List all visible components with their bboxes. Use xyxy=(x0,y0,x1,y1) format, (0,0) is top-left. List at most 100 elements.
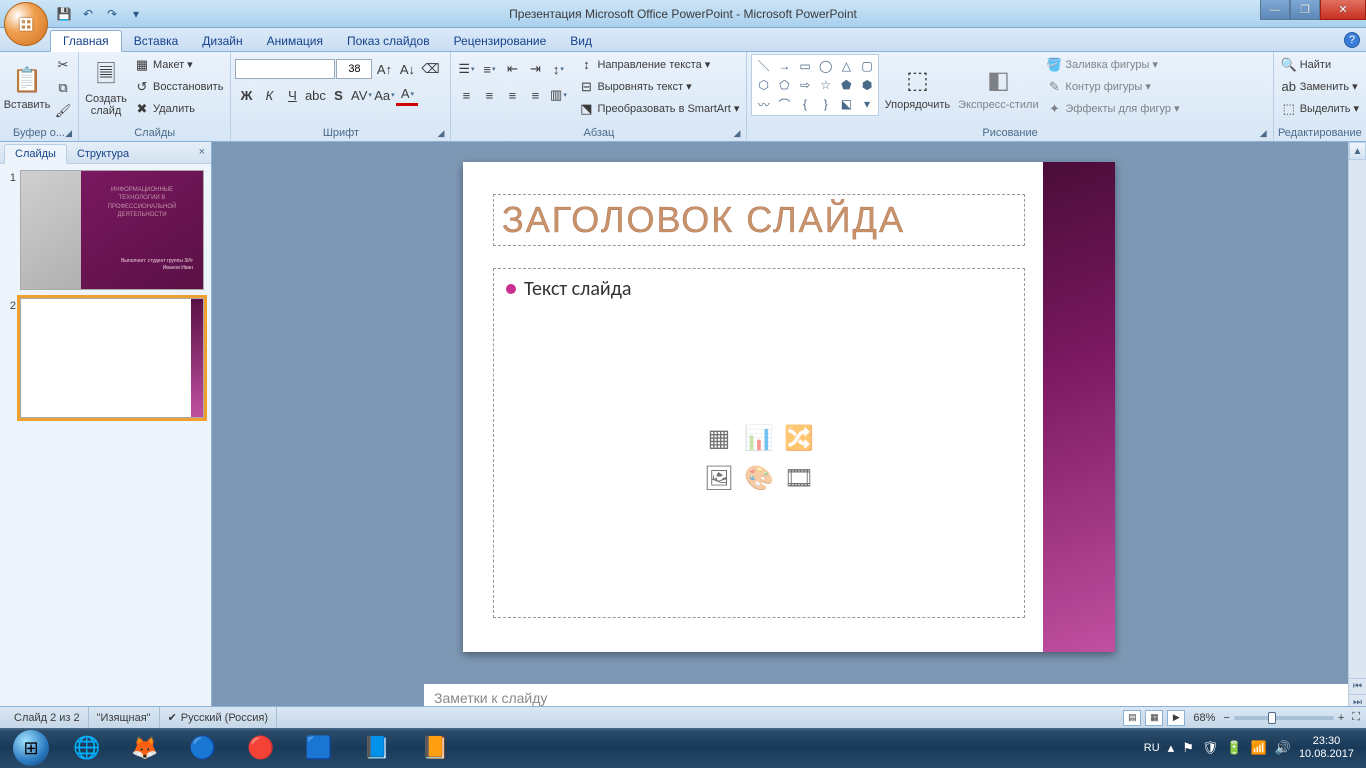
tab-slideshow[interactable]: Показ слайдов xyxy=(335,31,442,51)
increase-indent-button[interactable]: ⇥ xyxy=(524,58,546,80)
strike-button[interactable]: abc xyxy=(304,84,326,106)
clear-format-button[interactable]: ⌫ xyxy=(419,58,441,80)
shape-arrow-icon[interactable]: → xyxy=(775,57,794,74)
shape-effects-button[interactable]: ✦Эффекты для фигур ▾ xyxy=(1043,98,1182,119)
content-placeholder[interactable]: Текст слайда ▦ 📊 🔀 🖼 🎨 🎞 xyxy=(493,268,1025,618)
shape-tri-icon[interactable]: △ xyxy=(837,57,856,74)
shape-8-icon[interactable]: ⇨ xyxy=(796,76,815,93)
insert-media-icon[interactable]: 🎞 xyxy=(781,460,817,496)
fit-window-button[interactable]: ⛶ xyxy=(1352,711,1360,724)
new-slide-button[interactable]: 🗏 Создать слайд xyxy=(83,54,129,120)
taskbar-opera[interactable]: 🔴 xyxy=(232,728,290,768)
italic-button[interactable]: К xyxy=(258,84,280,106)
shape-10-icon[interactable]: ⬟ xyxy=(837,76,856,93)
slide[interactable]: Заголовок слайда Текст слайда ▦ 📊 🔀 🖼 🎨 … xyxy=(463,162,1115,652)
tray-lang[interactable]: RU xyxy=(1144,742,1160,754)
thumb-row-2[interactable]: 2 xyxy=(6,298,205,418)
tab-insert[interactable]: Вставка xyxy=(122,31,191,51)
columns-button[interactable]: ▥ xyxy=(547,84,569,106)
panel-tab-slides[interactable]: Слайды xyxy=(4,144,67,164)
shape-15-icon[interactable]: } xyxy=(816,96,835,113)
char-spacing-button[interactable]: AV xyxy=(350,84,372,106)
shape-14-icon[interactable]: { xyxy=(796,96,815,113)
minimize-button[interactable]: — xyxy=(1260,0,1290,20)
insert-clipart-icon[interactable]: 🎨 xyxy=(741,460,777,496)
save-icon[interactable]: 💾 xyxy=(54,4,74,24)
paste-button[interactable]: 📋 Вставить xyxy=(4,54,50,120)
numbering-button[interactable]: ≡ xyxy=(478,58,500,80)
shape-13-icon[interactable]: ⌒ xyxy=(775,96,794,113)
font-size-combo[interactable] xyxy=(336,59,372,79)
shape-oval-icon[interactable]: ◯ xyxy=(816,57,835,74)
bullets-button[interactable]: ☰ xyxy=(455,58,477,80)
insert-chart-icon[interactable]: 📊 xyxy=(741,420,777,456)
slide-thumbnail-1[interactable]: ИНФОРМАЦИОННЫЕ ТЕХНОЛОГИИ В ПРОФЕССИОНАЛ… xyxy=(20,170,204,290)
quick-styles-button[interactable]: ◧ Экспресс-стили xyxy=(955,54,1041,120)
shape-9-icon[interactable]: ☆ xyxy=(816,76,835,93)
reset-button[interactable]: ↺Восстановить xyxy=(131,76,226,97)
scroll-up-icon[interactable]: ▲ xyxy=(1349,142,1366,160)
replace-button[interactable]: abЗаменить ▾ xyxy=(1278,76,1362,97)
change-case-button[interactable]: Aa xyxy=(373,84,395,106)
shape-12-icon[interactable]: 〰 xyxy=(754,96,773,113)
tray-av-icon[interactable]: 🛡 xyxy=(1202,740,1219,756)
line-spacing-button[interactable]: ↕ xyxy=(547,58,569,80)
qat-customize-icon[interactable]: ▾ xyxy=(126,4,146,24)
thumb-row-1[interactable]: 1 ИНФОРМАЦИОННЫЕ ТЕХНОЛОГИИ В ПРОФЕССИОН… xyxy=(6,170,205,290)
zoom-slider[interactable] xyxy=(1234,716,1334,720)
taskbar-powerpoint[interactable]: 📙 xyxy=(406,728,464,768)
panel-close-button[interactable]: × xyxy=(199,146,205,158)
shape-fill-button[interactable]: 🪣Заливка фигуры ▾ xyxy=(1043,54,1182,75)
grow-font-button[interactable]: A↑ xyxy=(373,58,395,80)
align-left-button[interactable]: ≡ xyxy=(455,84,477,106)
slide-thumbnail-2[interactable] xyxy=(20,298,204,418)
taskbar-skype[interactable]: 🟦 xyxy=(290,728,348,768)
insert-table-icon[interactable]: ▦ xyxy=(701,420,737,456)
shape-11-icon[interactable]: ⬢ xyxy=(858,76,877,93)
shape-7-icon[interactable]: ⬠ xyxy=(775,76,794,93)
layout-button[interactable]: ▦Макет ▾ xyxy=(131,54,226,75)
taskbar-word[interactable]: 📘 xyxy=(348,728,406,768)
tray-flag-icon[interactable]: ⚑ xyxy=(1182,740,1194,756)
tab-design[interactable]: Дизайн xyxy=(190,31,254,51)
shape-rect-icon[interactable]: ▭ xyxy=(796,57,815,74)
shape-line-icon[interactable]: ＼ xyxy=(754,57,773,74)
insert-smartart-icon[interactable]: 🔀 xyxy=(781,420,817,456)
start-button[interactable]: ⊞ xyxy=(4,728,58,768)
zoom-in-button[interactable]: + xyxy=(1338,712,1344,724)
sorter-view-button[interactable]: ▦ xyxy=(1145,710,1163,726)
shape-16-icon[interactable]: ⬕ xyxy=(837,96,856,113)
title-placeholder[interactable]: Заголовок слайда xyxy=(493,194,1025,246)
font-color-button[interactable]: A xyxy=(396,84,418,106)
taskbar-firefox[interactable]: 🦊 xyxy=(116,728,174,768)
shape-6-icon[interactable]: ⬡ xyxy=(754,76,773,93)
prev-slide-button[interactable]: ⏮ xyxy=(1349,678,1366,694)
slide-canvas-area[interactable]: Заголовок слайда Текст слайда ▦ 📊 🔀 🖼 🎨 … xyxy=(212,142,1366,728)
redo-icon[interactable]: ↷ xyxy=(102,4,122,24)
close-button[interactable]: ✕ xyxy=(1320,0,1366,20)
status-language[interactable]: ✔Русский (Россия) xyxy=(160,707,278,728)
align-right-button[interactable]: ≡ xyxy=(501,84,523,106)
arrange-button[interactable]: ⬚ Упорядочить xyxy=(881,54,953,120)
align-center-button[interactable]: ≡ xyxy=(478,84,500,106)
tray-network-icon[interactable]: 📶 xyxy=(1251,740,1267,756)
slideshow-view-button[interactable]: ▶ xyxy=(1167,710,1185,726)
zoom-thumb[interactable] xyxy=(1268,712,1276,724)
tray-battery-icon[interactable]: 🔋 xyxy=(1226,740,1242,756)
select-button[interactable]: ⬚Выделить ▾ xyxy=(1278,98,1362,119)
tab-home[interactable]: Главная xyxy=(50,30,122,52)
maximize-button[interactable]: ❐ xyxy=(1290,0,1320,20)
justify-button[interactable]: ≡ xyxy=(524,84,546,106)
taskbar-chrome[interactable]: 🔵 xyxy=(174,728,232,768)
insert-picture-icon[interactable]: 🖼 xyxy=(701,460,737,496)
convert-smartart-button[interactable]: ⬔Преобразовать в SmartArt ▾ xyxy=(575,98,742,119)
tab-view[interactable]: Вид xyxy=(558,31,604,51)
vertical-scrollbar[interactable]: ▲ ⏮ ⏭ ▼ xyxy=(1348,142,1366,728)
panel-tab-outline[interactable]: Структура xyxy=(67,145,139,163)
shape-outline-button[interactable]: ✎Контур фигуры ▾ xyxy=(1043,76,1182,97)
normal-view-button[interactable]: ▤ xyxy=(1123,710,1141,726)
zoom-out-button[interactable]: − xyxy=(1223,712,1229,724)
find-button[interactable]: 🔍Найти xyxy=(1278,54,1362,75)
zoom-value[interactable]: 68% xyxy=(1193,712,1215,724)
font-name-combo[interactable] xyxy=(235,59,335,79)
